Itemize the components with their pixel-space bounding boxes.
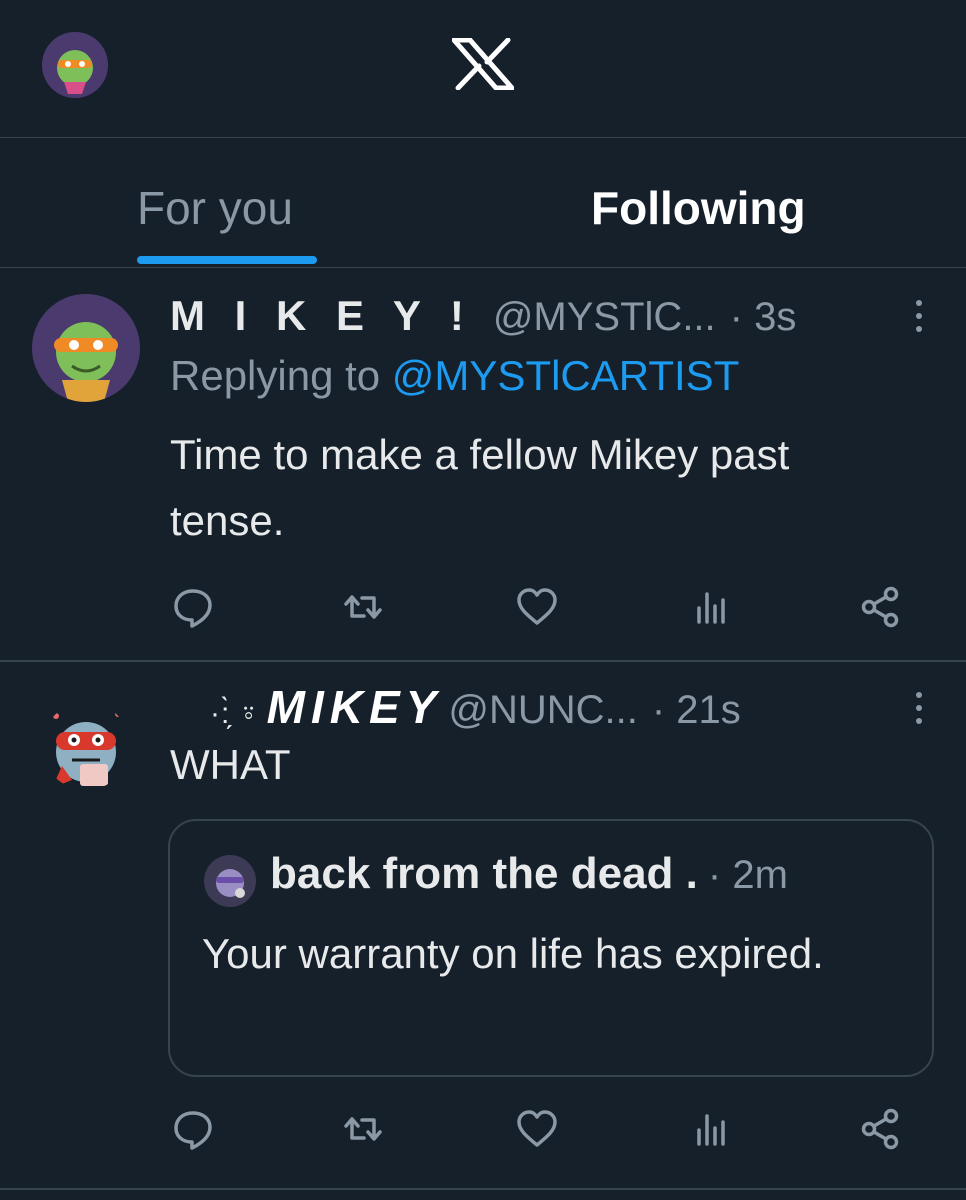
profile-avatar[interactable] [42,32,108,98]
tab-following[interactable]: Following [591,180,806,236]
quote-text: Your warranty on life has expired. [202,930,824,977]
share-icon[interactable] [858,584,904,630]
share-icon[interactable] [858,1106,904,1152]
active-tab-indicator [137,256,317,264]
tweet-header: M I K E Y ! @MYSTlC... · 3s [170,292,796,346]
timeline-tabs: For you Following [0,138,966,268]
display-name[interactable]: MIKEY [267,680,443,734]
quote-timestamp: · 2m [707,853,788,897]
tweet[interactable]: M I K E Y ! @MYSTlC... · 3s Replying to … [0,268,966,661]
timestamp[interactable]: · 21s [652,688,741,733]
tweet-text: Time to make a fellow Mikey past tense. [170,431,790,544]
views-icon[interactable] [688,1106,734,1152]
tweet-header: ·:̗̀ ⍤ MIKEY @NUNC... · 21s [170,680,741,740]
quote-avatar [204,855,256,907]
home-timeline-screen: For you Following M I K E Y ! @MYSTlC...… [0,0,966,1200]
reply-icon[interactable] [170,584,216,630]
reply-prefix: Replying to [170,352,381,399]
timestamp[interactable]: · 3s [730,295,797,340]
tweet[interactable]: ·:̗̀ ⍤ MIKEY @NUNC... · 21s WHAT back fr… [0,662,966,1188]
retweet-icon[interactable] [340,584,386,630]
more-options-icon[interactable] [914,300,924,336]
quote-display-name: back from the dead . [270,849,698,898]
display-name[interactable]: M I K E Y ! [170,292,473,340]
quote-header: back from the dead . · 2m [270,849,788,899]
handle[interactable]: @NUNC... [448,688,638,733]
like-icon[interactable] [514,1106,560,1152]
tweet-text: WHAT [170,741,291,788]
tweet-actions [170,1106,910,1152]
reply-icon[interactable] [170,1106,216,1152]
avatar[interactable] [42,702,130,790]
display-name-decoration: ·:̗̀ ⍤ [210,697,259,730]
top-bar [0,0,966,138]
retweet-icon[interactable] [340,1106,386,1152]
avatar[interactable] [32,294,140,402]
divider [0,1188,966,1190]
handle[interactable]: @MYSTlC... [493,295,716,340]
replying-to: Replying to @MYSTlCARTIST [170,352,739,400]
tweet-actions [170,584,910,630]
like-icon[interactable] [514,584,560,630]
x-logo-icon[interactable] [452,38,514,90]
quoted-tweet[interactable]: back from the dead . · 2m Your warranty … [168,819,934,1077]
reply-handle-link[interactable]: @MYSTlCARTIST [392,352,740,399]
more-options-icon[interactable] [914,692,924,728]
views-icon[interactable] [688,584,734,630]
tab-for-you[interactable]: For you [137,180,293,236]
